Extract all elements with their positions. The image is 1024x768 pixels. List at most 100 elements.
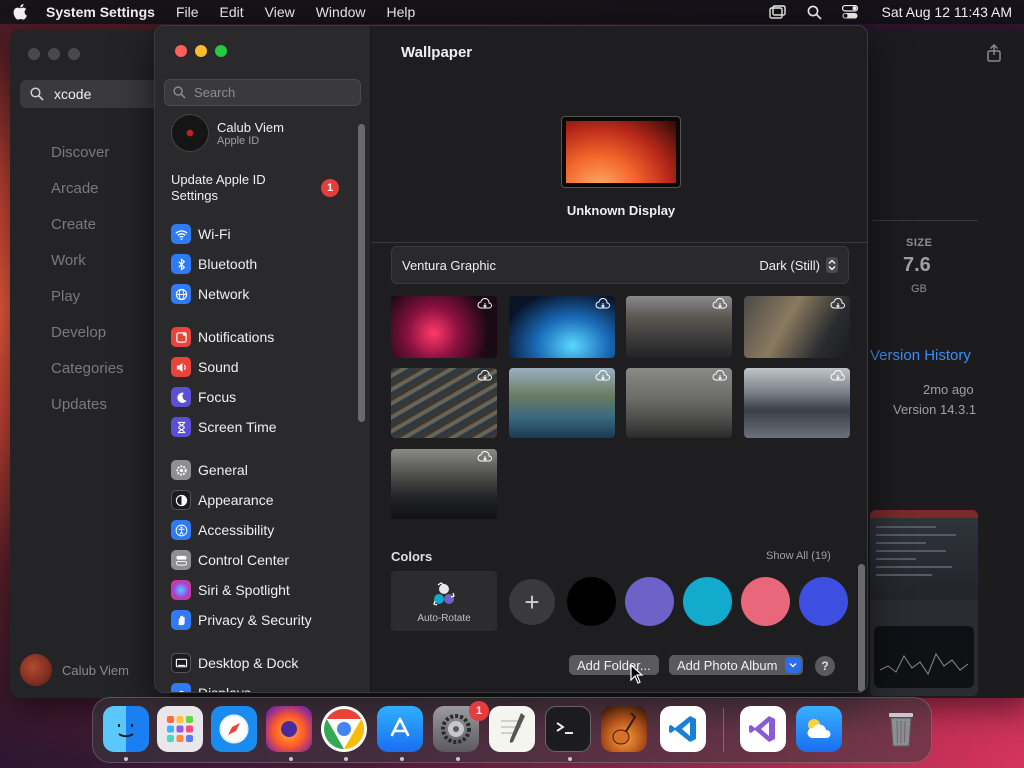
appearance-mode-popup[interactable]: Dark (Still) [759,257,838,273]
sidebar-item-desktop-dock[interactable]: Desktop & Dock [171,653,298,673]
nav-work[interactable]: Work [51,242,124,278]
sidebar-item-appearance[interactable]: Appearance [171,490,274,510]
sidebar-item-siri-spotlight[interactable]: Siri & Spotlight [171,580,290,600]
apple-id-account[interactable]: Calub Viem Apple ID [171,114,284,152]
sidebar-item-sound[interactable]: Sound [171,357,238,377]
wallpaper-thumbnail[interactable] [391,296,497,358]
chrome-icon[interactable] [321,706,367,752]
app-store-icon[interactable] [377,706,423,752]
minimize-button[interactable] [195,45,207,57]
download-cloud-icon [595,298,610,309]
settings-search-input[interactable]: Search [164,79,361,106]
wallpaper-thumbnail[interactable] [509,368,615,438]
nav-develop[interactable]: Develop [51,314,124,350]
safari-icon[interactable] [211,706,257,752]
minimize-button[interactable] [48,48,60,60]
color-swatch-black[interactable] [567,577,616,626]
firefox-icon[interactable] [266,706,312,752]
wallpaper-thumbnail[interactable] [509,296,615,358]
textedit-icon[interactable] [489,706,535,752]
menu-window[interactable]: Window [316,4,366,20]
version-number: Version 14.3.1 [893,402,977,417]
nav-updates[interactable]: Updates [51,386,124,422]
visual-studio-icon[interactable] [740,706,786,752]
search-icon [30,87,44,101]
trash-icon[interactable] [878,706,924,752]
menu-app-name[interactable]: System Settings [46,4,155,20]
sidebar-item-label: Siri & Spotlight [198,582,290,598]
spotlight-search-icon[interactable] [805,4,823,20]
version-history-link[interactable]: Version History [870,347,971,364]
add-color-button[interactable]: + [509,579,555,625]
menu-edit[interactable]: Edit [220,4,244,20]
sidebar-item-notifications[interactable]: Notifications [171,327,274,347]
instruments-icon[interactable] [601,706,647,752]
sidebar-item-displays[interactable]: Displays [171,683,251,693]
app-store-account[interactable]: Calub Viem [20,654,129,686]
app-store-search-input[interactable]: xcode [20,80,170,108]
terminal-icon[interactable] [545,706,591,752]
wallpaper-thumbnail[interactable] [744,368,850,438]
nav-categories[interactable]: Categories [51,350,124,386]
wallpaper-thumbnail[interactable] [391,368,497,438]
menu-view[interactable]: View [265,4,295,20]
download-cloud-icon [830,370,845,381]
apple-menu-icon[interactable] [12,4,28,20]
account-name: Calub Viem [62,662,129,678]
wallpaper-thumbnail[interactable] [391,449,497,519]
zoom-button[interactable] [68,48,80,60]
sidebar-item-wifi[interactable]: Wi-Fi [171,224,231,244]
color-swatch-purple[interactable] [625,577,674,626]
search-placeholder: Search [194,85,236,100]
finder-icon[interactable] [103,706,149,752]
sidebar-item-bluetooth[interactable]: Bluetooth [171,254,257,274]
app-preview-screenshot[interactable] [870,510,978,696]
menu-file[interactable]: File [176,4,199,20]
chevron-down-icon[interactable] [785,657,802,673]
sidebar-item-network[interactable]: Network [171,284,249,304]
wifi-icon [171,224,191,244]
add-photo-album-label: Add Photo Album [677,657,778,673]
auto-rotate-tile[interactable]: Auto-Rotate [391,571,497,631]
sidebar-item-label: General [198,462,248,478]
sidebar-item-privacy-security[interactable]: Privacy & Security [171,610,312,630]
sidebar-item-screen-time[interactable]: Screen Time [171,417,277,437]
sidebar-item-focus[interactable]: Focus [171,387,236,407]
main-scrollbar[interactable] [858,564,865,692]
nav-discover[interactable]: Discover [51,134,124,170]
color-swatch-pink[interactable] [741,577,790,626]
weather-icon[interactable] [796,706,842,752]
nav-create[interactable]: Create [51,206,124,242]
update-apple-id-item[interactable]: Update Apple ID Settings [171,172,301,204]
color-swatch-blue[interactable] [799,577,848,626]
stage-manager-icon[interactable] [769,4,787,20]
zoom-button[interactable] [215,45,227,57]
download-cloud-icon [595,370,610,381]
color-swatch-teal[interactable] [683,577,732,626]
share-icon[interactable] [986,44,1002,62]
info-divider [872,220,978,221]
help-button[interactable]: ? [815,656,835,676]
vscode-icon[interactable] [660,706,706,752]
add-photo-album-button[interactable]: Add Photo Album [669,655,804,675]
wallpaper-thumbnail[interactable] [626,296,732,358]
add-folder-button[interactable]: Add Folder... [569,655,659,675]
sidebar-item-general[interactable]: General [171,460,248,480]
menu-clock[interactable]: Sat Aug 12 11:43 AM [881,4,1012,20]
sidebar-item-accessibility[interactable]: Accessibility [171,520,274,540]
wallpaper-thumbnail[interactable] [744,296,850,358]
download-cloud-icon [477,451,492,462]
show-all-colors-button[interactable]: Show All (19) [766,550,831,562]
close-button[interactable] [28,48,40,60]
control-center-icon[interactable] [841,4,859,20]
wallpaper-thumbnail[interactable] [626,368,732,438]
nav-arcade[interactable]: Arcade [51,170,124,206]
launchpad-icon[interactable] [157,706,203,752]
sidebar-item-label: Displays [198,685,251,693]
menu-help[interactable]: Help [387,4,416,20]
sidebar-scrollbar[interactable] [358,124,365,422]
close-button[interactable] [175,45,187,57]
nav-play[interactable]: Play [51,278,124,314]
download-cloud-icon [830,298,845,309]
sidebar-item-control-center[interactable]: Control Center [171,550,289,570]
